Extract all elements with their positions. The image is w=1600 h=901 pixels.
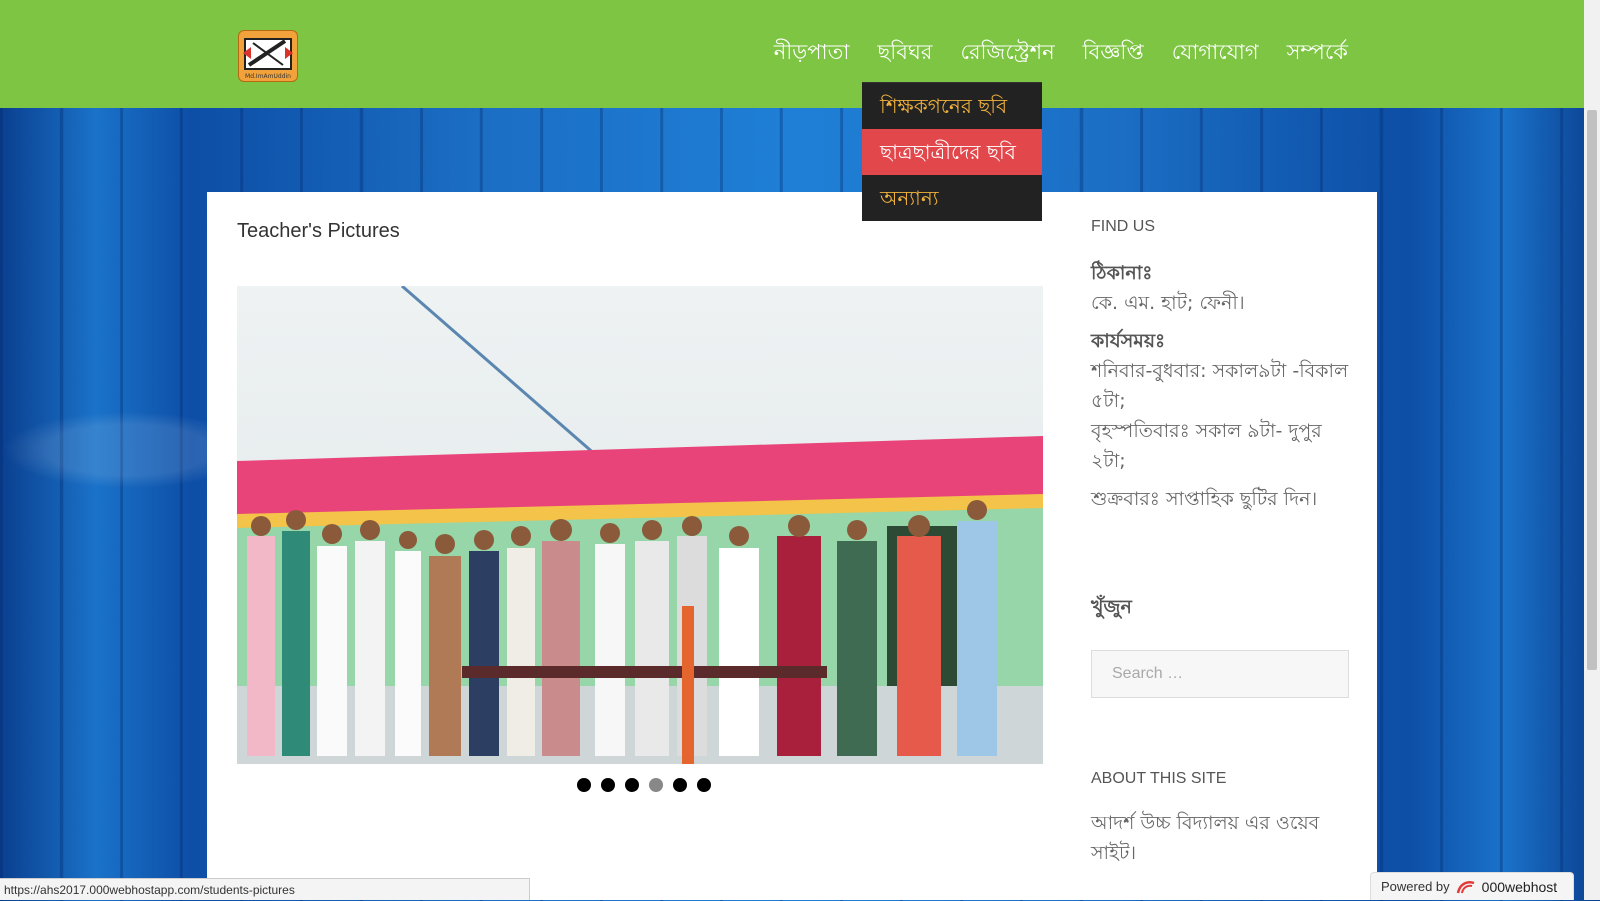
slider-dot-2[interactable]: [601, 778, 615, 792]
scrollbar-thumb[interactable]: [1587, 110, 1597, 670]
main-nav: নীড়পাতা ছবিঘর রেজিস্ট্রেশন বিজ্ঞপ্তি যো…: [774, 36, 1348, 71]
hours-weekdays: শনিবার-বুধবার: সকাল৯টা -বিকাল ৫টা;: [1091, 360, 1349, 412]
slider-dot-4[interactable]: [649, 778, 663, 792]
photo-slider[interactable]: [237, 286, 1043, 764]
nav-item-registration[interactable]: রেজিস্ট্রেশন: [960, 36, 1054, 71]
nav-item-gallery[interactable]: ছবিঘর: [878, 36, 933, 71]
slider-dot-6[interactable]: [697, 778, 711, 792]
status-bar-url: https://ahs2017.000webhostapp.com/studen…: [0, 878, 530, 900]
find-us-title: FIND US: [1091, 218, 1155, 235]
search-input[interactable]: [1091, 650, 1349, 698]
hours-friday: শুক্রবারঃ সাপ্তাহিক ছুটির দিন।: [1091, 488, 1318, 510]
gallery-dropdown: শিক্ষকগনের ছবি ছাত্রছাত্রীদের ছবি অন্যান…: [862, 82, 1042, 221]
webhost-logo-icon: [1456, 880, 1475, 893]
slider-dot-1[interactable]: [577, 778, 591, 792]
group-photo-image: [237, 286, 1043, 764]
hours-label: কার্যসময়ঃ: [1091, 330, 1166, 352]
powered-by-label: Powered by: [1381, 879, 1450, 894]
search-title: খুঁজুন: [1091, 596, 1132, 618]
slider-dot-5[interactable]: [673, 778, 687, 792]
site-header: Md.ImAmUddin নীড়পাতা ছবিঘর রেজিস্ট্রেশন…: [0, 0, 1584, 108]
dropdown-item-students[interactable]: ছাত্রছাত্রীদের ছবি: [862, 129, 1042, 175]
logo-text: Md.ImAmUddin: [245, 73, 291, 80]
hours-thursday: বৃহস্পতিবারঃ সকাল ৯টা- দুপুর ২টা;: [1091, 420, 1322, 472]
slider-dots: [577, 778, 711, 792]
page-title: Teacher's Pictures: [237, 220, 400, 242]
nav-item-notice[interactable]: বিজ্ঞপ্তি: [1083, 36, 1144, 71]
nav-item-home[interactable]: নীড়পাতা: [774, 36, 850, 71]
powered-by-badge[interactable]: Powered by 000webhost: [1370, 872, 1574, 900]
address-label: ঠিকানাঃ: [1091, 262, 1153, 284]
powered-by-brand: 000webhost: [1481, 878, 1558, 895]
page-scrollbar[interactable]: [1584, 0, 1600, 900]
address-text: কে. এম. হাট; ফেনী।: [1091, 292, 1245, 314]
about-title: ABOUT THIS SITE: [1091, 770, 1227, 787]
site-logo[interactable]: Md.ImAmUddin: [238, 30, 298, 82]
about-text: আদর্শ উচ্চ বিদ্যালয় এর ওয়েব সাইট।: [1091, 812, 1320, 864]
slider-dot-3[interactable]: [625, 778, 639, 792]
nav-item-contact[interactable]: যোগাযোগ: [1172, 36, 1259, 71]
dropdown-item-others[interactable]: অন্যান্য: [862, 175, 1042, 221]
nav-item-about[interactable]: সম্পর্কে: [1287, 36, 1348, 71]
content-panel: Teacher's Pictures FIND US ঠিকানাঃ কে. এ…: [207, 192, 1377, 900]
dropdown-item-teachers[interactable]: শিক্ষকগনের ছবি: [862, 83, 1042, 129]
